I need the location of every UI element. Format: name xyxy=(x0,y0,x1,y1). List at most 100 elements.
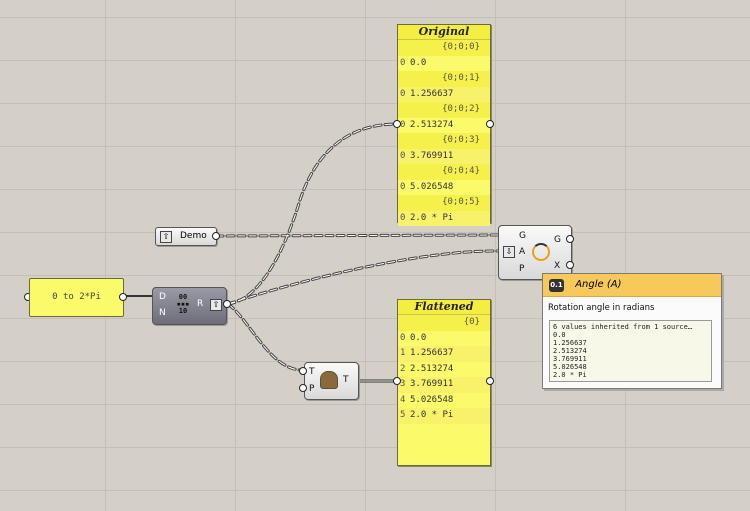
original-row-path: {0;0;5} xyxy=(398,195,490,211)
original-row-value: 0 2.513274 xyxy=(398,118,490,134)
wire-range-to-angle xyxy=(226,249,500,306)
original-row-path: {0;0;3} xyxy=(398,133,490,149)
flattened-panel[interactable]: Flattened {0} 0 0.0 1 1.256637 2 2.513274 3 3.7… xyxy=(397,299,491,466)
flattened-input-grip[interactable] xyxy=(393,377,401,385)
row-value: 1.256637 xyxy=(410,88,454,99)
tooltip-data-box: 6 values inherited from 1 source… 0.0 1.25… xyxy=(549,320,712,382)
original-row-path: {0;0;0} xyxy=(398,40,490,56)
tree-stump-icon xyxy=(320,371,338,389)
original-row-path: {0;0;2} xyxy=(398,102,490,118)
range-output-grip[interactable] xyxy=(223,300,231,308)
row-value: 5.026548 xyxy=(410,181,454,192)
tooltip-data-line: 2.0 * Pi xyxy=(553,371,587,379)
row-index: 0 xyxy=(400,88,406,99)
original-row-value: 0 0.0 xyxy=(398,56,490,72)
range-icon: 00 ▪▪▪ 10 xyxy=(176,293,190,315)
row-value: 1.256637 xyxy=(410,348,454,358)
tree-output-t[interactable]: T xyxy=(343,375,349,385)
number-slider[interactable]: 0 to 2*Pi xyxy=(29,278,124,317)
row-index: 0 xyxy=(400,332,406,343)
wire-range-to-original xyxy=(226,122,399,306)
row-value: 2.513274 xyxy=(410,119,454,130)
angle-tooltip: 0.1 Angle (A) Rotation angle in radians … xyxy=(542,273,722,389)
tree-input-p[interactable]: P xyxy=(309,384,314,394)
tree-component[interactable]: T P T xyxy=(304,362,359,400)
flattened-row: 3 3.769911 xyxy=(398,377,490,393)
original-row-value: 0 5.026548 xyxy=(398,180,490,196)
original-input-grip[interactable] xyxy=(393,120,401,128)
original-row-value: 0 3.769911 xyxy=(398,148,490,164)
row-value: 2.0 * Pi xyxy=(410,212,454,223)
rotate-output-g[interactable]: G xyxy=(554,235,561,245)
row-index: 4 xyxy=(400,394,406,405)
flattened-panel-title: Flattened xyxy=(398,300,490,315)
row-value: 5.026548 xyxy=(410,394,454,405)
rotate-component[interactable]: G ⇩ A P G X xyxy=(498,225,572,280)
range-input-n[interactable]: N xyxy=(159,308,166,318)
tree-input-grip-t[interactable] xyxy=(299,367,307,375)
original-panel-title: Original xyxy=(398,25,490,40)
flattened-path: {0} xyxy=(398,315,490,331)
tooltip-header: 0.1 Angle (A) xyxy=(543,274,721,297)
flattened-panel-rows: 0 0.0 1 1.256637 2 2.513274 3 3.769911 4 5.026548… xyxy=(398,331,490,424)
tooltip-data-line: 0.0 xyxy=(553,331,566,339)
row-index: 0 xyxy=(400,181,406,192)
demo-parameter[interactable]: ⇧ Demo xyxy=(155,227,217,246)
tooltip-title: Angle (A) xyxy=(575,279,622,290)
row-index: 0 xyxy=(400,150,406,161)
rotate-input-g[interactable]: G xyxy=(519,231,526,241)
param-badge-icon: 0.1 xyxy=(549,278,564,292)
original-row-value: 0 1.256637 xyxy=(398,86,490,102)
row-value: 3.769911 xyxy=(410,379,454,389)
demo-output-grip[interactable] xyxy=(212,232,220,240)
rotate-output-x[interactable]: X xyxy=(554,261,560,271)
original-row-value: 0 2.0 * Pi xyxy=(398,210,490,226)
tooltip-data-line: 5.026548 xyxy=(553,363,587,371)
row-value: 0.0 xyxy=(410,332,427,343)
row-value: 2.0 * Pi xyxy=(410,410,454,420)
flattened-row: 2 2.513274 xyxy=(398,362,490,378)
original-panel[interactable]: Original {0;0;0} 0 0.0 {0;0;1} 0 1.256637 {0;0… xyxy=(397,24,491,226)
rotate-output-grip-g[interactable] xyxy=(566,235,574,243)
row-index: 2 xyxy=(400,363,406,374)
param-icon: ⇧ xyxy=(160,231,172,243)
tree-input-t[interactable]: T xyxy=(309,367,315,377)
row-index: 0 xyxy=(400,212,406,223)
tooltip-data-line: 1.256637 xyxy=(553,339,587,347)
range-component[interactable]: D N 00 ▪▪▪ 10 R ⇧ xyxy=(152,287,227,325)
row-value: 2.513274 xyxy=(410,363,454,374)
wire-demo-to-geometry xyxy=(214,233,500,238)
flatten-icon: ⇧ xyxy=(210,299,222,311)
rotate-output-grip-x[interactable] xyxy=(566,261,574,269)
slider-output-grip[interactable] xyxy=(119,293,127,301)
slider-label: 0 to 2*Pi xyxy=(52,292,101,302)
row-value: 0.0 xyxy=(410,57,427,68)
original-output-grip[interactable] xyxy=(486,120,494,128)
rotate-input-p[interactable]: P xyxy=(519,264,524,274)
tooltip-data-line: 6 values inherited from 1 source… xyxy=(553,323,693,331)
tooltip-data-line: 2.513274 xyxy=(553,347,587,355)
flattened-output-grip[interactable] xyxy=(486,377,494,385)
row-index: 0 xyxy=(400,57,406,68)
graft-icon: ⇩ xyxy=(503,246,515,258)
original-panel-rows: {0;0;0} 0 0.0 {0;0;1} 0 1.256637 {0;0;2} 0 2.513… xyxy=(398,40,490,226)
demo-label: Demo xyxy=(180,231,207,241)
tree-input-grip-p[interactable] xyxy=(299,384,307,392)
original-row-path: {0;0;4} xyxy=(398,164,490,180)
tooltip-description: Rotation angle in radians xyxy=(548,303,655,313)
wire-range-to-tree xyxy=(226,302,304,372)
range-output-r[interactable]: R xyxy=(197,299,203,309)
flattened-row: 5 2.0 * Pi xyxy=(398,408,490,424)
flattened-row: 1 1.256637 xyxy=(398,346,490,362)
flattened-row: 0 0.0 xyxy=(398,331,490,347)
row-value: 3.769911 xyxy=(410,150,454,161)
range-input-d[interactable]: D xyxy=(159,292,166,302)
tooltip-data-line: 3.769911 xyxy=(553,355,587,363)
rotate-icon xyxy=(532,243,550,261)
wires-layer xyxy=(121,122,500,383)
flattened-row: 4 5.026548 xyxy=(398,393,490,409)
original-row-path: {0;0;1} xyxy=(398,71,490,87)
row-index: 5 xyxy=(400,410,406,420)
row-index: 1 xyxy=(400,348,406,358)
rotate-input-a[interactable]: A xyxy=(519,247,525,257)
